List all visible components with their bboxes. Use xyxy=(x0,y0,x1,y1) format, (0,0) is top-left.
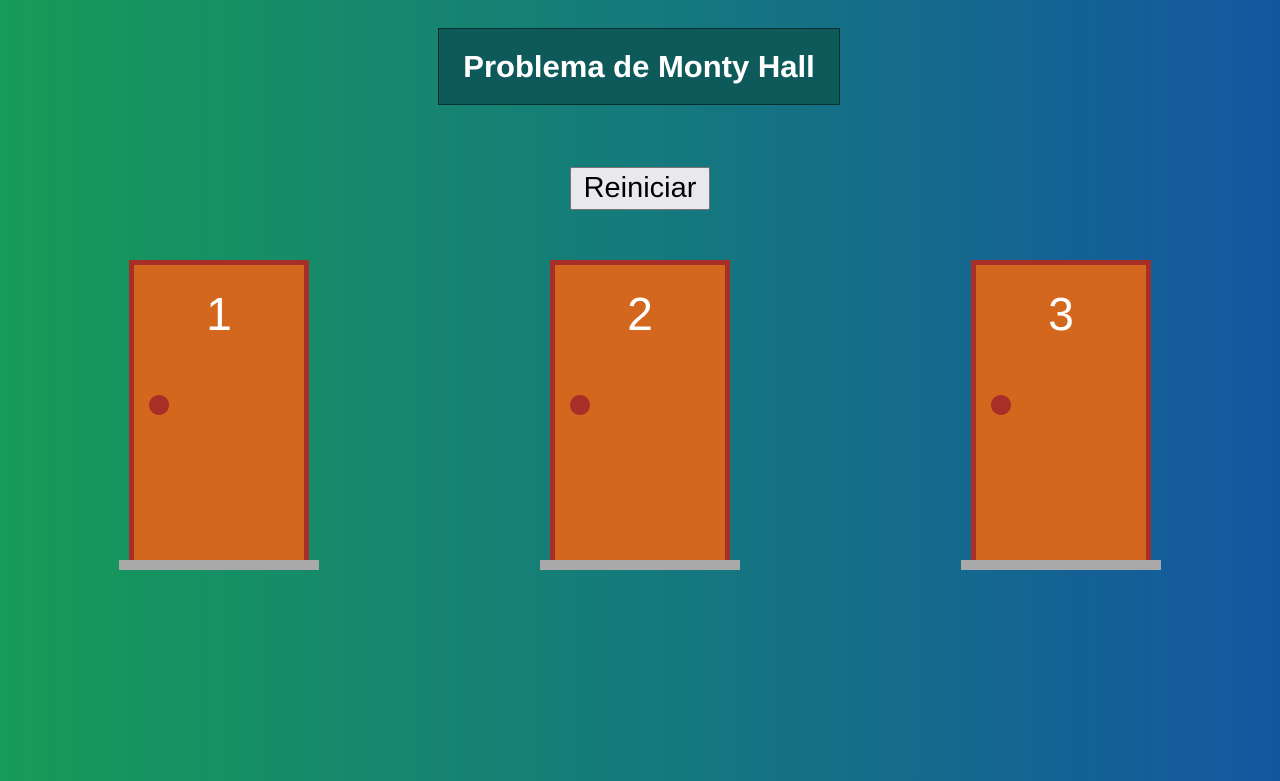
door-number: 1 xyxy=(206,288,232,340)
reset-button[interactable]: Reiniciar xyxy=(570,167,710,210)
door-1-container: 1 xyxy=(119,260,319,570)
door-number: 2 xyxy=(627,288,653,340)
door-1[interactable]: 1 xyxy=(129,260,309,560)
door-3[interactable]: 3 xyxy=(971,260,1151,560)
door-knob-icon xyxy=(570,395,590,415)
door-knob-icon xyxy=(149,395,169,415)
door-knob-icon xyxy=(991,395,1011,415)
door-step xyxy=(119,560,319,570)
door-step xyxy=(961,560,1161,570)
door-2-container: 2 xyxy=(540,260,740,570)
page-title: Problema de Monty Hall xyxy=(463,48,815,84)
door-2[interactable]: 2 xyxy=(550,260,730,560)
door-3-container: 3 xyxy=(961,260,1161,570)
door-step xyxy=(540,560,740,570)
door-number: 3 xyxy=(1048,288,1074,340)
title-box: Problema de Monty Hall xyxy=(438,28,840,105)
